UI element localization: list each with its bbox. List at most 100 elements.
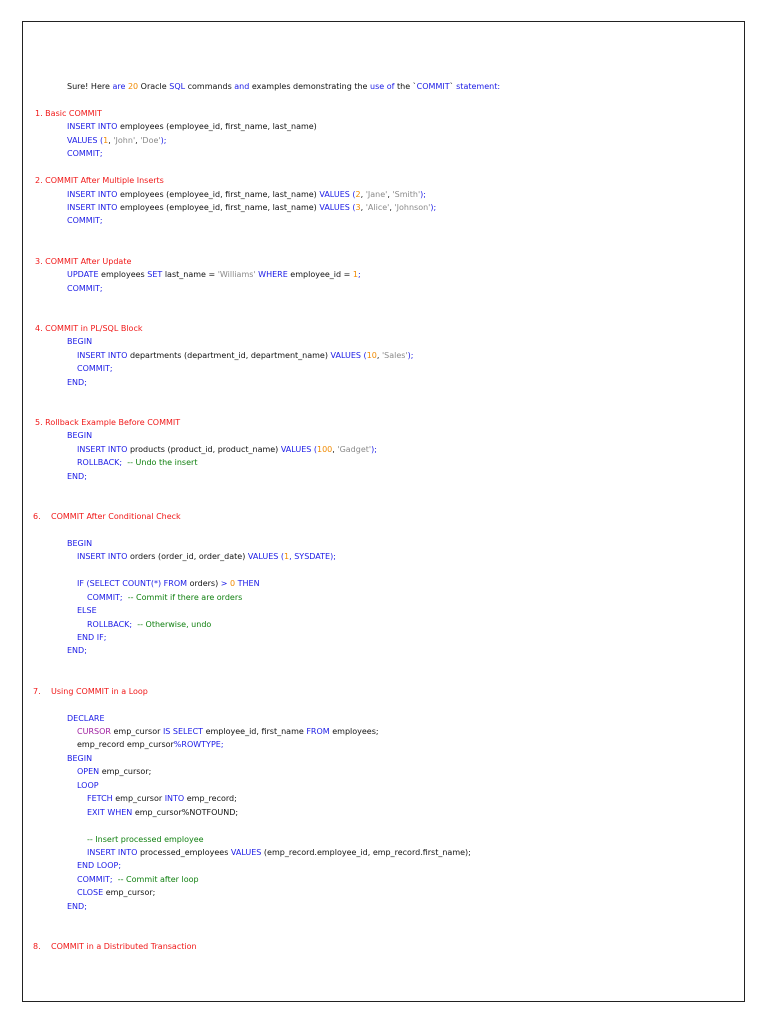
keyword-token: ); xyxy=(407,350,414,360)
text-token: employees; xyxy=(329,727,379,736)
string-token: 'Doe' xyxy=(140,135,161,145)
section-title: COMMIT in a Distributed Transaction xyxy=(51,942,197,951)
document-body: Sure! Here are 20 Oracle SQL commands an… xyxy=(23,80,744,953)
text-token: employees (employee_id, first_name, last… xyxy=(117,122,317,132)
string-token: 'Gadget' xyxy=(337,444,372,454)
code-line: CURSOR emp_cursor IS SELECT employee_id,… xyxy=(23,725,744,738)
section-heading: 8. COMMIT in a Distributed Transaction xyxy=(23,940,744,953)
section-title: Using COMMIT in a Loop xyxy=(51,686,148,696)
comment-token: -- Commit if there are orders xyxy=(122,592,243,602)
string-token: 'Johnson' xyxy=(394,202,431,212)
keyword-token: ; xyxy=(357,270,361,280)
text-token: emp_cursor; xyxy=(99,767,152,777)
keyword-token: FROM xyxy=(306,727,330,736)
keyword-token: COMMIT; xyxy=(67,283,103,293)
code-line: INSERT INTO employees (employee_id, firs… xyxy=(23,188,744,201)
string-token: 'Williams' xyxy=(217,270,256,280)
text-token: emp_cursor%NOTFOUND; xyxy=(132,807,239,817)
code-line: INSERT INTO processed_employees VALUES (… xyxy=(23,846,744,859)
keyword-token: END LOOP; xyxy=(77,861,122,871)
code-line: EXIT WHEN emp_cursor%NOTFOUND; xyxy=(23,806,744,819)
keyword-token: WHERE xyxy=(258,270,288,280)
code-line: VALUES (1, 'John', 'Doe'); xyxy=(23,134,744,147)
text-token: emp_cursor; xyxy=(103,888,156,898)
number-token: 10 xyxy=(366,350,377,360)
section-heading: 3. COMMIT After Update xyxy=(35,256,132,266)
keyword-token: BEGIN xyxy=(67,538,93,548)
code-line: LOOP xyxy=(23,779,744,792)
string-token: 'Sales' xyxy=(381,350,408,360)
code-line: COMMIT; xyxy=(23,362,744,375)
text-token: departments (department_id, department_n… xyxy=(127,350,331,360)
string-token: 'Alice' xyxy=(365,202,390,212)
section-number: 7. xyxy=(33,686,41,696)
text-token: last_name = xyxy=(162,270,218,280)
text-token: employees (employee_id, first_name, last… xyxy=(117,189,320,199)
keyword-token: INSERT INTO xyxy=(67,122,118,132)
comment-token: -- Insert processed employee xyxy=(87,834,204,844)
document-page: Sure! Here are 20 Oracle SQL commands an… xyxy=(22,21,745,1002)
keyword-token: INSERT INTO xyxy=(77,350,128,360)
code-line: -- Insert processed employee xyxy=(23,833,744,846)
keyword-token: UPDATE xyxy=(67,270,99,280)
keyword-token: DECLARE xyxy=(67,713,105,723)
code-line: ELSE xyxy=(23,604,744,617)
section-number: 8. xyxy=(33,942,41,951)
keyword-token: %ROWTYPE; xyxy=(173,740,224,750)
code-line: INSERT INTO departments (department_id, … xyxy=(23,349,744,362)
section-heading: 4. COMMIT in PL/SQL Block xyxy=(35,323,143,333)
keyword-token: VALUES xyxy=(319,189,350,199)
keyword-token: use of xyxy=(370,82,395,91)
comment-token: -- Undo the insert xyxy=(122,458,198,468)
keyword-token: BEGIN xyxy=(67,337,93,347)
section-heading: 6. COMMIT After Conditional Check xyxy=(23,510,744,523)
keyword-token: IS SELECT xyxy=(162,727,204,736)
keyword-token: FETCH xyxy=(87,794,113,804)
keyword-token: , SYSDATE); xyxy=(289,552,336,562)
comment-token: -- Commit after loop xyxy=(112,874,199,884)
code-line: INSERT INTO orders (order_id, order_date… xyxy=(23,550,744,563)
keyword-token: LOOP xyxy=(77,780,99,790)
keyword-token: EXIT WHEN xyxy=(87,807,133,817)
keyword-token: INSERT INTO xyxy=(77,444,128,454)
text-token: products (product_id, product_name) xyxy=(127,444,281,454)
code-line: BEGIN xyxy=(23,752,744,765)
text-token: employee_id = xyxy=(287,270,353,280)
keyword-token: COMMIT; xyxy=(67,216,103,226)
intro-text: Sure! Here are 20 Oracle SQL commands an… xyxy=(23,80,744,93)
keyword-token: COMMIT; xyxy=(77,364,113,374)
comment-token: -- Otherwise, undo xyxy=(132,619,212,629)
code-line: ROLLBACK; -- Otherwise, undo xyxy=(23,618,744,631)
text-token: employees xyxy=(98,270,148,280)
code-line: BEGIN xyxy=(23,537,744,550)
keyword-token: VALUES xyxy=(319,202,350,212)
keyword-token: BEGIN xyxy=(67,431,93,441)
keyword-token: END; xyxy=(67,471,87,481)
string-token: 'Jane' xyxy=(365,189,388,199)
code-line: UPDATE employees SET last_name = 'Willia… xyxy=(23,268,744,281)
string-token: 'John' xyxy=(113,135,136,145)
keyword-token: ); xyxy=(371,444,377,454)
keyword-token: CURSOR xyxy=(77,727,111,736)
text-token: processed_employees xyxy=(137,847,231,857)
keyword-token: ROLLBACK; xyxy=(87,619,133,629)
code-line: ROLLBACK; -- Undo the insert xyxy=(23,456,744,469)
code-line: COMMIT; -- Commit if there are orders xyxy=(23,591,744,604)
code-line: END; xyxy=(23,376,744,389)
section-title: COMMIT After Conditional Check xyxy=(51,512,181,521)
text-token: emp_cursor xyxy=(112,794,165,804)
keyword-token: CLOSE xyxy=(77,888,104,898)
